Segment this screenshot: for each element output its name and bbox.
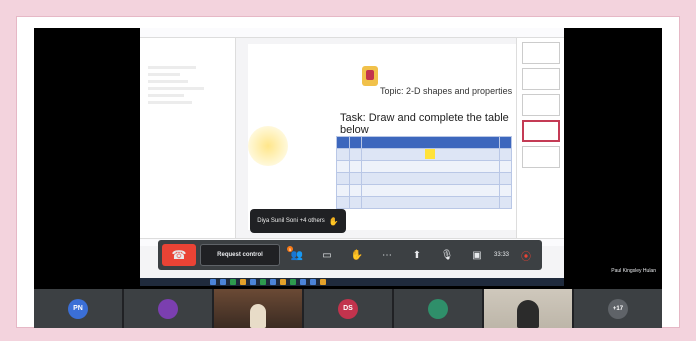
chat-icon: ▭	[322, 249, 332, 261]
slide-thumbnail[interactable]	[521, 146, 560, 168]
hangup-button[interactable]: ☎	[162, 244, 196, 266]
slide-thumbnail-active[interactable]	[521, 120, 560, 142]
meeting-window: Topic: 2-D shapes and properties Task: D…	[34, 28, 662, 328]
participant-video-tile[interactable]	[214, 289, 302, 328]
avatar: DS	[338, 298, 358, 319]
meeting-controls: ☎ Request control 👥 5 ▭ ✋ ⋯ ⬆ 🎙 ▣ 33:33 …	[158, 240, 542, 270]
camera-button[interactable]: ▣	[464, 244, 490, 266]
app-ribbon	[140, 28, 564, 38]
shapes-table	[336, 136, 512, 209]
sun-decoration-icon	[248, 126, 288, 166]
avatar: PN	[68, 298, 88, 319]
participant-video-tile[interactable]	[484, 289, 572, 328]
more-participants-count: +17	[608, 298, 628, 319]
highlight-cell	[425, 149, 436, 159]
table-row	[336, 196, 512, 209]
people-icon: 👥	[290, 249, 304, 261]
meeting-timer: 33:33	[494, 252, 510, 258]
more-icon: ⋯	[382, 249, 392, 261]
present-icon: ⬆	[412, 249, 422, 261]
mic-button[interactable]: 🎙	[434, 244, 460, 266]
participant-tile[interactable]: PN	[34, 289, 122, 328]
avatar	[158, 298, 178, 319]
hand-count-badge: 5	[287, 246, 293, 252]
table-row	[336, 172, 512, 185]
participant-tile[interactable]	[124, 289, 212, 328]
slide-thumbnail[interactable]	[521, 94, 560, 116]
participant-tile[interactable]: DS	[304, 289, 392, 328]
tooltip-text: Diya Sunil Soni +4 others	[257, 218, 325, 224]
school-logo-icon	[362, 66, 378, 86]
record-indicator: ⦿	[513, 244, 539, 266]
table-row	[336, 160, 512, 173]
camera-off-icon: ▣	[472, 249, 482, 261]
chat-button[interactable]: ▭	[314, 244, 340, 266]
avatar	[428, 298, 448, 319]
slide-thumbnail[interactable]	[521, 42, 560, 64]
pane-lines	[148, 66, 228, 108]
participant-tile[interactable]	[394, 289, 482, 328]
windows-taskbar	[140, 278, 564, 286]
table-row	[336, 148, 512, 161]
hangup-icon: ☎	[171, 248, 187, 262]
participant-video	[517, 299, 539, 328]
presentation-slide: Topic: 2-D shapes and properties Task: D…	[248, 44, 518, 230]
raised-hands-tooltip: Diya Sunil Soni +4 others ✋	[250, 209, 346, 233]
people-button[interactable]: 👥 5	[284, 244, 310, 266]
more-participants-tile[interactable]: +17	[574, 289, 662, 328]
slide-thumbnail[interactable]	[521, 68, 560, 90]
participant-tiles: PN DS +17	[34, 289, 662, 328]
raise-hand-icon: ✋	[350, 249, 364, 261]
more-options-button[interactable]: ⋯	[374, 244, 400, 266]
present-button[interactable]: ⬆	[404, 244, 430, 266]
request-control-button[interactable]: Request control	[200, 244, 280, 266]
table-header-row	[336, 136, 512, 149]
record-icon: ⦿	[521, 251, 532, 263]
left-pane	[140, 38, 236, 238]
raise-hand-icon: ✋	[328, 216, 339, 226]
mic-off-icon: 🎙	[440, 249, 454, 261]
slide-topic: Topic: 2-D shapes and properties	[380, 86, 513, 96]
slide-thumbnails	[516, 38, 564, 238]
table-row	[336, 184, 512, 197]
raise-hand-button[interactable]: ✋	[344, 244, 370, 266]
slide-task: Task: Draw and complete the table below	[340, 112, 509, 136]
presenter-name: Paul Kingsley Hulan	[611, 268, 656, 274]
participant-video	[250, 303, 266, 328]
